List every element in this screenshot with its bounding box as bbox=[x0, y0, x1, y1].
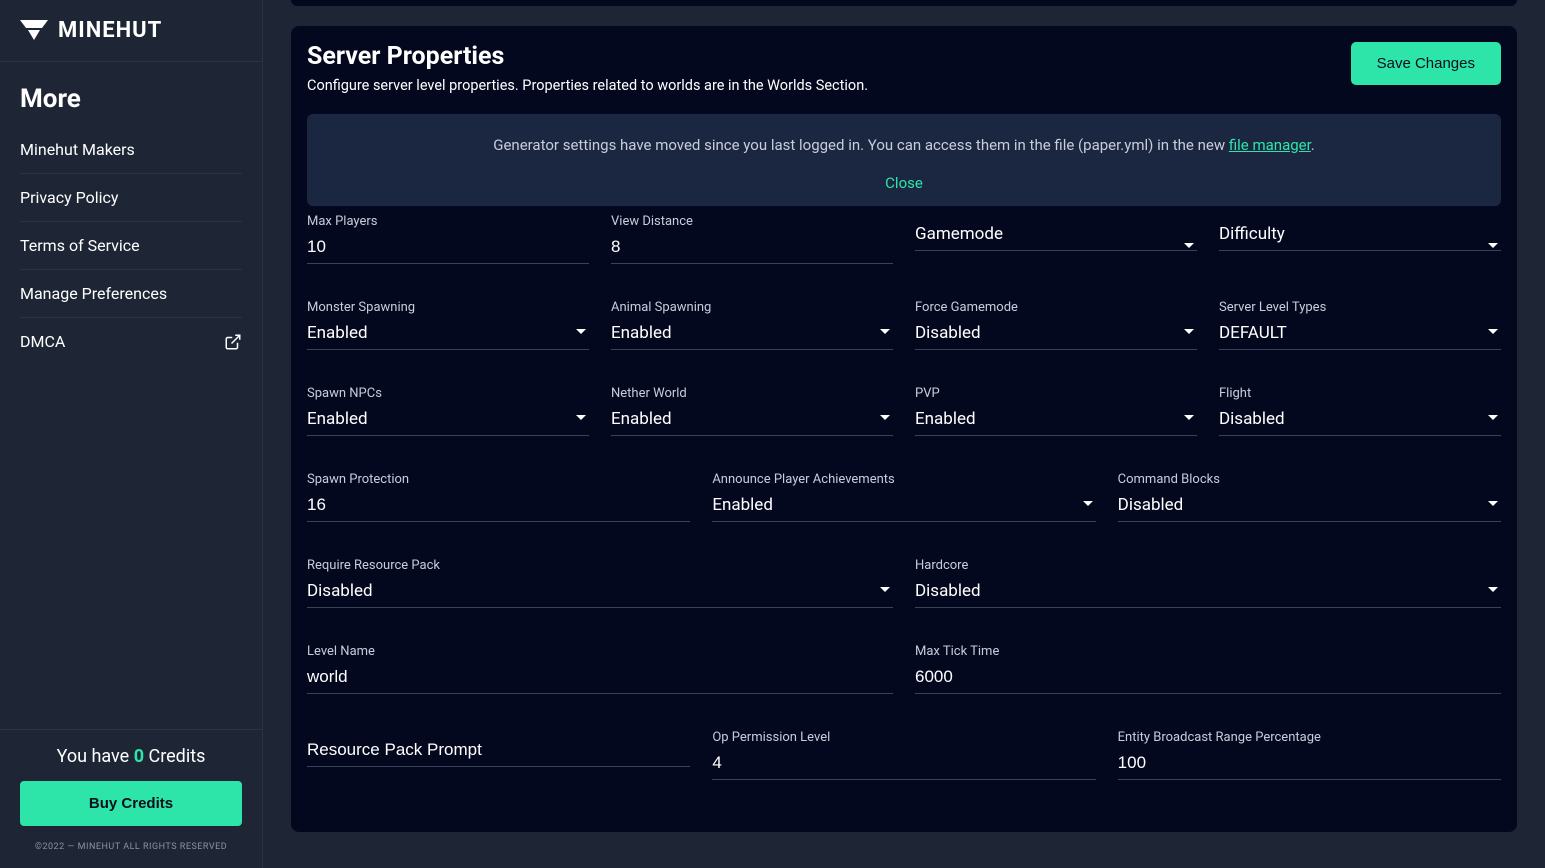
sidebar-footer: You have 0 Credits Buy Credits ©2022 — M… bbox=[0, 729, 262, 868]
sidebar-section-title: More bbox=[0, 62, 262, 126]
view-distance-input[interactable] bbox=[611, 233, 893, 264]
gamemode-field: Gamemode bbox=[915, 214, 1197, 264]
main-content: Server Properties Configure server level… bbox=[263, 0, 1545, 868]
op-permission-level-input[interactable] bbox=[712, 749, 1095, 780]
max-tick-time-input[interactable] bbox=[915, 663, 1501, 694]
panel-header: Server Properties Configure server level… bbox=[307, 42, 1501, 94]
max-players-label: Max Players bbox=[307, 214, 589, 229]
sidebar-item-makers[interactable]: Minehut Makers bbox=[20, 126, 242, 174]
panel-title: Server Properties bbox=[307, 42, 868, 71]
flight-field: Flight Disabled bbox=[1219, 386, 1501, 436]
file-manager-link[interactable]: file manager bbox=[1229, 136, 1311, 154]
max-players-input[interactable] bbox=[307, 233, 589, 264]
animal-spawning-field: Animal Spawning Enabled bbox=[611, 300, 893, 350]
sidebar-item-privacy[interactable]: Privacy Policy bbox=[20, 174, 242, 222]
flight-select[interactable]: Disabled bbox=[1219, 405, 1501, 436]
difficulty-field: Difficulty bbox=[1219, 214, 1501, 264]
server-level-types-field: Server Level Types DEFAULT bbox=[1219, 300, 1501, 350]
sidebar-item-preferences[interactable]: Manage Preferences bbox=[20, 270, 242, 318]
resource-pack-prompt-input[interactable] bbox=[307, 730, 690, 767]
spawn-npcs-field: Spawn NPCs Enabled bbox=[307, 386, 589, 436]
brand-name: MINEHUT bbox=[58, 18, 162, 43]
server-properties-panel: Server Properties Configure server level… bbox=[291, 26, 1517, 832]
announce-achievements-select[interactable]: Enabled bbox=[712, 491, 1095, 522]
op-permission-level-field: Op Permission Level bbox=[712, 730, 1095, 780]
hardcore-field: Hardcore Disabled bbox=[915, 558, 1501, 608]
sidebar-item-terms[interactable]: Terms of Service bbox=[20, 222, 242, 270]
nether-world-select[interactable]: Enabled bbox=[611, 405, 893, 436]
pvp-select[interactable]: Enabled bbox=[915, 405, 1197, 436]
notice-close-button[interactable]: Close bbox=[325, 174, 1483, 192]
command-blocks-select[interactable]: Disabled bbox=[1118, 491, 1501, 522]
sidebar-item-dmca[interactable]: DMCA bbox=[20, 318, 242, 365]
difficulty-select[interactable]: Difficulty bbox=[1219, 214, 1501, 251]
sidebar: MINEHUT More Minehut Makers Privacy Poli… bbox=[0, 0, 263, 868]
entity-broadcast-range-field: Entity Broadcast Range Percentage bbox=[1118, 730, 1501, 780]
level-name-input[interactable] bbox=[307, 663, 893, 694]
copyright: ©2022 — MINEHUT ALL RIGHTS RESERVED bbox=[20, 842, 242, 852]
gamemode-select[interactable]: Gamemode bbox=[915, 214, 1197, 251]
spawn-protection-input[interactable] bbox=[307, 491, 690, 522]
view-distance-field: View Distance bbox=[611, 214, 893, 264]
external-link-icon bbox=[224, 333, 242, 351]
spawn-protection-field: Spawn Protection bbox=[307, 472, 690, 522]
force-gamemode-field: Force Gamemode Disabled bbox=[915, 300, 1197, 350]
entity-broadcast-range-input[interactable] bbox=[1118, 749, 1501, 780]
credits-display: You have 0 Credits bbox=[20, 746, 242, 767]
sidebar-menu: Minehut Makers Privacy Policy Terms of S… bbox=[0, 126, 262, 365]
announce-achievements-field: Announce Player Achievements Enabled bbox=[712, 472, 1095, 522]
level-name-field: Level Name bbox=[307, 644, 893, 694]
max-players-field: Max Players bbox=[307, 214, 589, 264]
max-tick-time-field: Max Tick Time bbox=[915, 644, 1501, 694]
force-gamemode-select[interactable]: Disabled bbox=[915, 319, 1197, 350]
nether-world-field: Nether World Enabled bbox=[611, 386, 893, 436]
server-level-types-select[interactable]: DEFAULT bbox=[1219, 319, 1501, 350]
hardcore-select[interactable]: Disabled bbox=[915, 577, 1501, 608]
panel-subtitle: Configure server level properties. Prope… bbox=[307, 77, 868, 94]
require-resource-pack-field: Require Resource Pack Disabled bbox=[307, 558, 893, 608]
logo[interactable]: MINEHUT bbox=[0, 0, 262, 62]
pvp-field: PVP Enabled bbox=[915, 386, 1197, 436]
buy-credits-button[interactable]: Buy Credits bbox=[20, 781, 242, 826]
notice-banner: Generator settings have moved since you … bbox=[307, 114, 1501, 206]
view-distance-label: View Distance bbox=[611, 214, 893, 229]
monster-spawning-field: Monster Spawning Enabled bbox=[307, 300, 589, 350]
resource-pack-prompt-field bbox=[307, 730, 690, 780]
command-blocks-field: Command Blocks Disabled bbox=[1118, 472, 1501, 522]
require-resource-pack-select[interactable]: Disabled bbox=[307, 577, 893, 608]
animal-spawning-select[interactable]: Enabled bbox=[611, 319, 893, 350]
save-changes-button[interactable]: Save Changes bbox=[1351, 42, 1501, 85]
credits-count: 0 bbox=[134, 746, 144, 767]
minehut-logo-icon bbox=[20, 20, 48, 42]
notice-text: Generator settings have moved since you … bbox=[325, 136, 1483, 154]
spawn-npcs-select[interactable]: Enabled bbox=[307, 405, 589, 436]
monster-spawning-select[interactable]: Enabled bbox=[307, 319, 589, 350]
